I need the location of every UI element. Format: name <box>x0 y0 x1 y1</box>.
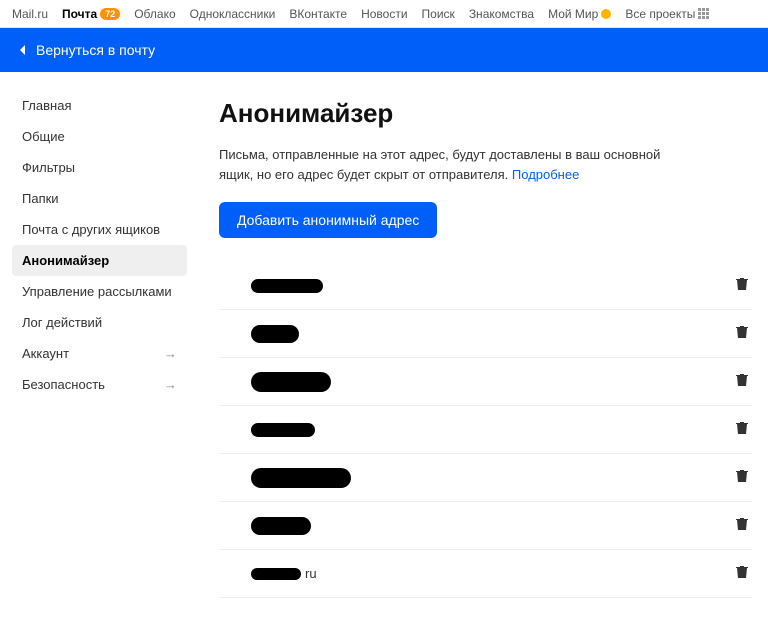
sidebar-folders[interactable]: Папки <box>12 183 187 214</box>
topnav-allprojects-label: Все проекты <box>625 7 695 21</box>
sidebar-general[interactable]: Общие <box>12 121 187 152</box>
redacted-address <box>251 517 311 535</box>
address-value <box>223 372 331 392</box>
chevron-right-icon: → <box>164 377 177 392</box>
sidebar-subscriptions-label: Управление рассылками <box>22 284 172 299</box>
sidebar-subscriptions[interactable]: Управление рассылками <box>12 276 187 307</box>
trash-icon <box>736 373 748 387</box>
trash-icon <box>736 325 748 339</box>
learn-more-link[interactable]: Подробнее <box>512 167 579 182</box>
delete-address-button[interactable] <box>736 325 748 342</box>
sidebar-folders-label: Папки <box>22 191 59 206</box>
chevron-right-icon: → <box>164 346 177 361</box>
redacted-address <box>251 468 351 488</box>
redacted-address <box>251 279 323 293</box>
add-anonymous-address-button[interactable]: Добавить анонимный адрес <box>219 202 437 238</box>
address-value: ru <box>223 566 317 581</box>
redacted-address <box>251 423 315 437</box>
mail-count-badge: 72 <box>100 8 120 20</box>
address-value <box>223 468 351 488</box>
topnav-mymir-label: Мой Мир <box>548 7 598 21</box>
topnav-vk-label: ВКонтакте <box>289 7 347 21</box>
address-row: ru <box>219 550 752 598</box>
page-description: Письма, отправленные на этот адрес, буду… <box>219 145 679 184</box>
trash-icon <box>736 277 748 291</box>
topnav-news-label: Новости <box>361 7 407 21</box>
delete-address-button[interactable] <box>736 373 748 390</box>
back-arrow-icon <box>18 44 28 56</box>
topnav-vk[interactable]: ВКонтакте <box>289 7 347 21</box>
address-value <box>223 517 311 535</box>
address-row <box>219 310 752 358</box>
delete-address-button[interactable] <box>736 421 748 438</box>
topnav-news[interactable]: Новости <box>361 7 407 21</box>
back-label: Вернуться в почту <box>36 42 155 58</box>
back-to-mail-link[interactable]: Вернуться в почту <box>18 42 155 58</box>
main-content: Анонимайзер Письма, отправленные на этот… <box>187 90 768 618</box>
blue-header-bar: Вернуться в почту <box>0 28 768 72</box>
sidebar-general-label: Общие <box>22 129 65 144</box>
topnav-mail[interactable]: Почта72 <box>62 7 120 21</box>
topnav-dating[interactable]: Знакомства <box>469 7 534 21</box>
address-row <box>219 454 752 502</box>
page-title: Анонимайзер <box>219 98 752 129</box>
redacted-address <box>251 325 299 343</box>
sidebar-filters-label: Фильтры <box>22 160 75 175</box>
trash-icon <box>736 421 748 435</box>
address-value <box>223 423 315 437</box>
topnav-cloud-label: Облако <box>134 7 175 21</box>
content-container: Главная Общие Фильтры Папки Почта с других я… <box>0 72 768 618</box>
description-text: Письма, отправленные на этот адрес, буду… <box>219 147 660 182</box>
sidebar-home[interactable]: Главная <box>12 90 187 121</box>
sidebar-security-label: Безопасность <box>22 377 105 392</box>
all-projects-grid-icon <box>698 8 709 19</box>
topnav-mymir[interactable]: Мой Мир <box>548 7 611 21</box>
sidebar-anonymizer-label: Анонимайзер <box>22 253 109 268</box>
sidebar-security[interactable]: Безопасность → <box>12 369 187 400</box>
sidebar-log-label: Лог действий <box>22 315 102 330</box>
address-row <box>219 502 752 550</box>
topnav-ok[interactable]: Одноклассники <box>190 7 276 21</box>
notification-dot-icon <box>601 9 611 19</box>
delete-address-button[interactable] <box>736 565 748 582</box>
topnav-mailru-label: Mail.ru <box>12 7 48 21</box>
address-row <box>219 406 752 454</box>
trash-icon <box>736 565 748 579</box>
topnav-dating-label: Знакомства <box>469 7 534 21</box>
sidebar-anonymizer[interactable]: Анонимайзер <box>12 245 187 276</box>
redacted-address <box>251 372 331 392</box>
topnav-mailru[interactable]: Mail.ru <box>12 7 48 21</box>
topnav-cloud[interactable]: Облако <box>134 7 175 21</box>
anonymous-address-list: ru <box>219 262 752 598</box>
top-navigation: Mail.ru Почта72 Облако Одноклассники ВКонтак… <box>0 0 768 28</box>
address-suffix: ru <box>305 566 317 581</box>
trash-icon <box>736 517 748 531</box>
address-row <box>219 262 752 310</box>
sidebar-filters[interactable]: Фильтры <box>12 152 187 183</box>
delete-address-button[interactable] <box>736 517 748 534</box>
sidebar-home-label: Главная <box>22 98 71 113</box>
sidebar-external-label: Почта с других ящиков <box>22 222 160 237</box>
delete-address-button[interactable] <box>736 469 748 486</box>
address-value <box>223 279 323 293</box>
sidebar-account[interactable]: Аккаунт → <box>12 338 187 369</box>
address-row <box>219 358 752 406</box>
topnav-search-label: Поиск <box>422 7 455 21</box>
topnav-search[interactable]: Поиск <box>422 7 455 21</box>
redacted-address <box>251 568 301 580</box>
sidebar-external[interactable]: Почта с других ящиков <box>12 214 187 245</box>
settings-sidebar: Главная Общие Фильтры Папки Почта с других я… <box>12 90 187 618</box>
delete-address-button[interactable] <box>736 277 748 294</box>
topnav-ok-label: Одноклассники <box>190 7 276 21</box>
sidebar-account-label: Аккаунт <box>22 346 69 361</box>
topnav-allprojects[interactable]: Все проекты <box>625 7 709 21</box>
topnav-mail-label: Почта <box>62 7 97 21</box>
address-value <box>223 325 299 343</box>
trash-icon <box>736 469 748 483</box>
sidebar-log[interactable]: Лог действий <box>12 307 187 338</box>
